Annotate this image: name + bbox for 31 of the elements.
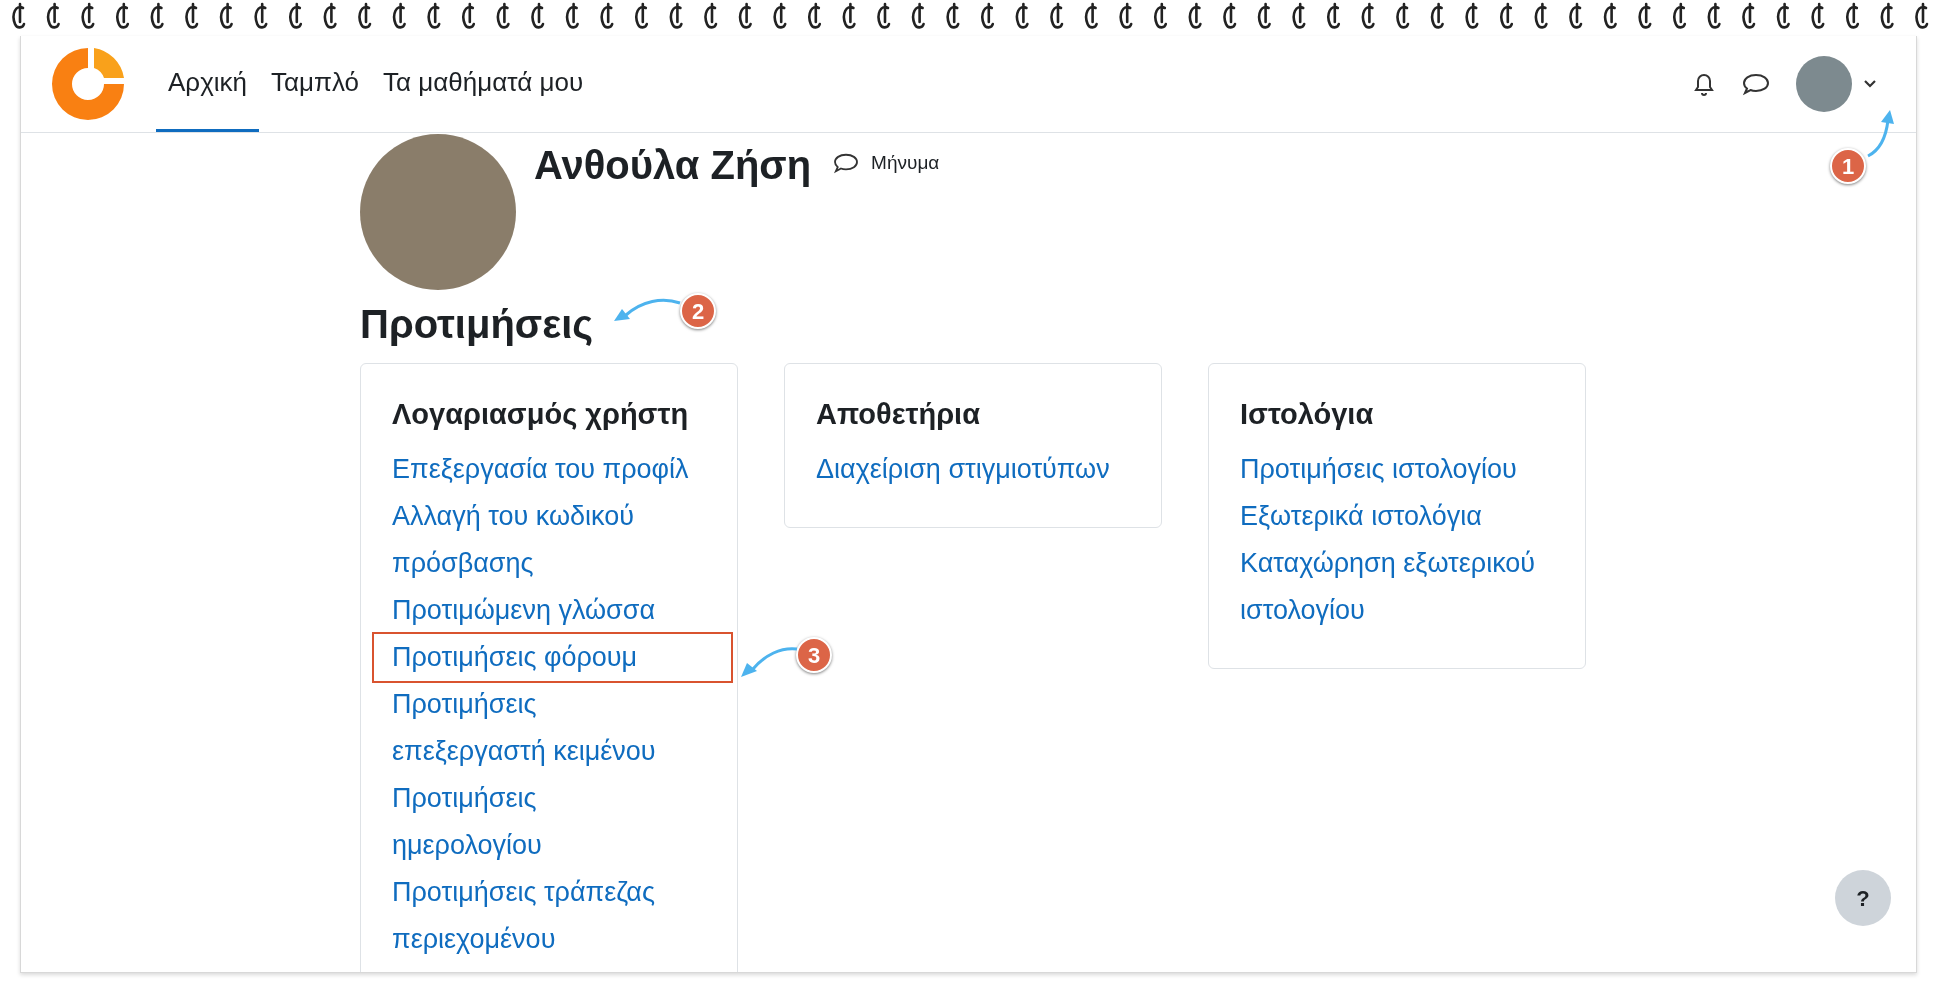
callout-arrow — [612, 297, 682, 323]
message-link[interactable]: Μήνυμα — [833, 149, 940, 178]
preference-link[interactable]: Προτιμώμενη γλώσσα — [392, 587, 655, 634]
bell-icon[interactable] — [1692, 71, 1716, 97]
avatar-placeholder[interactable] — [1796, 56, 1852, 112]
user-name: Ανθούλα Ζήση — [534, 142, 812, 189]
preference-link[interactable]: Προτιμήσεις επεξεργαστή κειμένου — [392, 681, 691, 775]
callout-number: 3 — [796, 637, 832, 673]
card-title: Ιστολόγια — [1240, 397, 1375, 432]
chat-bubble-icon[interactable] — [1742, 72, 1770, 96]
nav-tab[interactable]: Αρχική — [156, 36, 259, 132]
preference-link[interactable]: Διαχείριση στιγμιοτύπων — [816, 446, 1110, 493]
callout-number: 1 — [1830, 148, 1866, 184]
preference-link[interactable]: Επεξεργασία του προφίλ — [392, 446, 689, 493]
preference-link[interactable]: Προτιμήσεις ιστολογίου — [1240, 446, 1517, 493]
preference-link[interactable]: Αλλαγή του κωδικού πρόσβασης — [392, 493, 691, 587]
preference-link[interactable]: Προτιμήσεις ημερολογίου — [392, 775, 691, 869]
caret-icon[interactable] — [1864, 80, 1876, 88]
preference-link[interactable]: Εξωτερικά ιστολόγια — [1240, 493, 1482, 540]
chat-bubble-icon — [833, 152, 860, 175]
callout-number: 2 — [680, 293, 716, 329]
nav-tab[interactable]: Ταμπλό — [259, 36, 372, 132]
help-button[interactable]: ? — [1835, 870, 1891, 926]
preference-link[interactable]: Προτιμήσεις φόρουμ — [372, 632, 733, 683]
nav-tab[interactable]: Τα μαθήματά μου — [371, 36, 596, 132]
preference-link[interactable]: Προτιμήσεις τράπεζας περιεχομένου — [392, 869, 691, 963]
preference-link[interactable]: Καταχώρηση εξωτερικού ιστολογίου — [1240, 540, 1539, 634]
callout-arrow — [1866, 108, 1896, 160]
card-title: Λογαριασμός χρήστη — [392, 397, 690, 432]
card-title: Αποθετήρια — [816, 397, 981, 432]
page-heading: Προτιμήσεις — [360, 301, 594, 348]
